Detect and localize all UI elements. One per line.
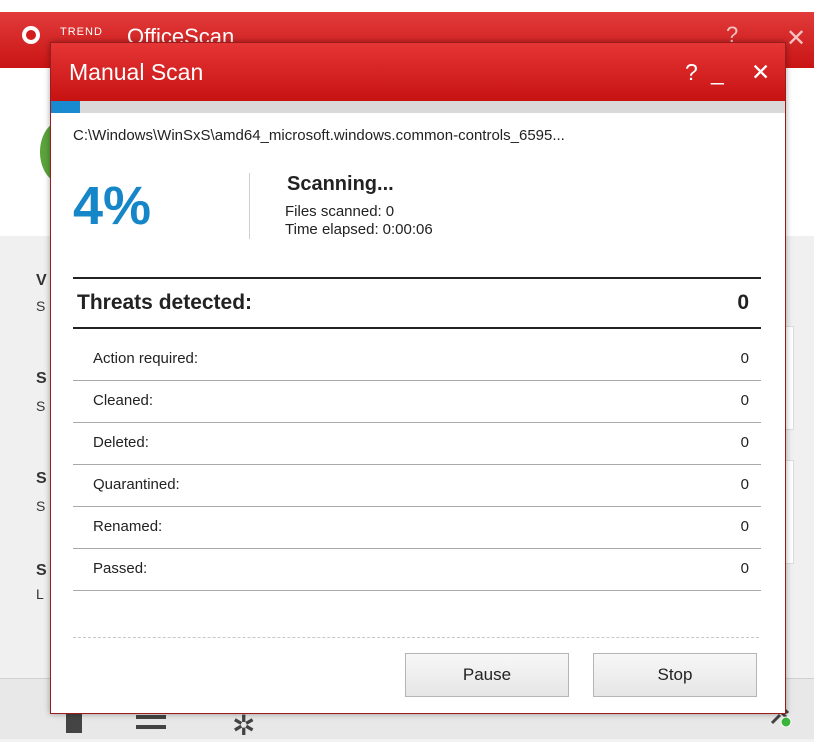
threat-breakdown-list: Action required: 0 Cleaned: 0 Deleted: 0… [73,339,761,591]
background-brand: TREND [60,26,103,38]
time-elapsed-line: Time elapsed: 0:00:06 [285,221,433,238]
row-value: 0 [740,392,749,409]
time-elapsed-label: Time elapsed: [285,221,379,238]
list-item: Deleted: 0 [73,423,761,465]
row-value: 0 [740,476,749,493]
background-section-letter: S [36,562,47,579]
background-section-letter: S [36,370,47,387]
files-scanned-line: Files scanned: 0 [285,203,394,220]
stop-button[interactable]: Stop [593,653,757,697]
list-item: Cleaned: 0 [73,381,761,423]
scan-status-title: Scanning... [287,173,394,195]
background-section-letter: S [36,470,47,487]
list-item: Action required: 0 [73,339,761,381]
threats-detected-value: 0 [737,291,749,314]
dialog-title: Manual Scan [69,59,204,85]
row-value: 0 [740,560,749,577]
row-label: Passed: [93,560,148,577]
manual-scan-dialog: Manual Scan ? _ ✕ C:\Windows\WinSxS\amd6… [50,42,786,714]
row-label: Cleaned: [93,392,154,409]
help-icon[interactable]: ? [685,59,698,86]
files-scanned-label: Files scanned: [285,203,382,220]
scan-progress-fill [51,101,81,113]
close-icon[interactable]: ✕ [751,59,770,86]
background-section-letter: V [36,272,47,289]
toolbar-tool-icon[interactable] [66,713,82,733]
time-elapsed-value: 0:00:06 [382,221,433,238]
toolbar-list-icon[interactable] [136,715,166,729]
background-section-letter: S [36,498,46,514]
row-label: Action required: [93,350,199,367]
files-scanned-value: 0 [385,203,395,220]
background-close-button[interactable]: ✕ [786,24,806,53]
threats-detected-label: Threats detected: [77,291,253,314]
trend-logo-icon [22,26,40,44]
minimize-icon[interactable]: _ [711,59,724,86]
footer-divider [73,637,759,638]
divider [249,173,250,239]
threats-detected-header: Threats detected: 0 [73,277,761,329]
background-section-letter: L [36,586,44,602]
row-value: 0 [740,434,749,451]
scan-progress-bar [51,101,785,113]
list-item: Renamed: 0 [73,507,761,549]
row-label: Deleted: [93,434,149,451]
row-value: 0 [740,350,749,367]
background-section-letter: S [36,298,46,314]
current-scan-path: C:\Windows\WinSxS\amd64_microsoft.window… [73,127,565,144]
list-item: Passed: 0 [73,549,761,591]
row-label: Quarantined: [93,476,180,493]
row-label: Renamed: [93,518,163,535]
scan-percent: 4% [73,176,152,236]
top-window-strip [0,0,814,12]
row-value: 0 [740,518,749,535]
background-section-letter: S [36,398,46,414]
list-item: Quarantined: 0 [73,465,761,507]
dialog-title-bar[interactable]: Manual Scan ? _ ✕ [51,43,785,101]
pause-button[interactable]: Pause [405,653,569,697]
